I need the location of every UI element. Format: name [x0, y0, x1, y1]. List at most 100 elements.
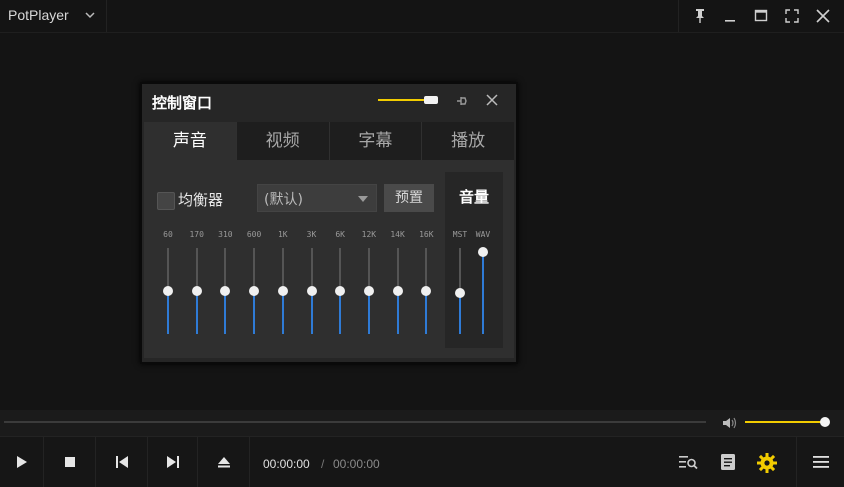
eq-band-slider[interactable]	[163, 248, 173, 334]
eq-band-slider[interactable]	[277, 248, 288, 334]
minimize-icon[interactable]	[720, 6, 740, 26]
volume-channel-fill	[459, 292, 461, 334]
volume-title: 音量	[458, 188, 489, 206]
close-icon[interactable]	[484, 92, 500, 108]
chevron-down-icon[interactable]	[84, 9, 96, 21]
eq-band-slider[interactable]	[306, 248, 317, 334]
fullscreen-icon[interactable]	[782, 6, 802, 26]
volume-channel-slider[interactable]	[478, 247, 488, 334]
eq-band-knob[interactable]	[392, 286, 403, 296]
app-title[interactable]: PotPlayer	[8, 7, 69, 23]
volume-slider-knob[interactable]	[820, 417, 830, 427]
eq-band-label: 60	[163, 230, 173, 239]
eq-band-label: 14K	[390, 230, 405, 239]
divider	[106, 0, 107, 32]
eq-band-knob[interactable]	[421, 286, 432, 296]
audio-tab-content: 均衡器 (默认) 预置 音量 MST WAV 60 170 310 600 1K 3K 6K 1…	[144, 160, 514, 358]
eq-band-fill	[167, 291, 169, 334]
tab-subtitle[interactable]: 字幕	[328, 122, 422, 160]
play-icon	[16, 456, 27, 468]
eq-band-fill	[224, 291, 227, 334]
progress-bar-row	[0, 410, 844, 436]
eq-band-knob[interactable]	[220, 286, 231, 296]
eq-band-fill	[281, 291, 284, 334]
preset-dropdown[interactable]: (默认)	[257, 184, 377, 212]
panel-tabs: 声音 视频 字幕 播放	[144, 122, 514, 160]
eq-band-knob[interactable]	[277, 286, 288, 296]
eq-band-slider[interactable]	[249, 248, 260, 334]
eq-band-label: 16K	[419, 230, 434, 239]
seek-bar[interactable]	[4, 421, 706, 423]
playlist-search-icon[interactable]	[678, 453, 698, 471]
pin-icon[interactable]	[454, 93, 470, 109]
eq-band-label: 600	[246, 230, 262, 239]
eq-band-slider[interactable]	[220, 248, 231, 334]
eq-band-slider[interactable]	[335, 248, 346, 334]
panel-title: 控制窗口	[152, 94, 213, 112]
settings-icon[interactable]	[756, 452, 778, 474]
opacity-slider-knob[interactable]	[424, 96, 438, 104]
tab-video[interactable]: 视频	[235, 122, 329, 160]
eq-band-knob[interactable]	[191, 286, 202, 296]
equalizer-label: 均衡器	[178, 191, 224, 209]
equalizer-checkbox[interactable]	[157, 192, 175, 210]
volume-channel-label: WAV	[475, 230, 491, 239]
time-separator: /	[321, 457, 325, 471]
eq-band-fill	[396, 291, 399, 334]
stop-button[interactable]	[44, 437, 96, 487]
maximize-icon[interactable]	[751, 6, 771, 26]
total-time: 00:00:00	[333, 457, 380, 471]
playback-controls: 00:00:00 / 00:00:00	[0, 436, 844, 487]
eq-band-knob[interactable]	[163, 286, 173, 296]
stop-icon	[64, 457, 75, 467]
current-time: 00:00:00	[263, 457, 310, 471]
eject-icon	[217, 457, 230, 468]
eq-band-slider[interactable]	[421, 248, 432, 334]
play-button[interactable]	[0, 437, 44, 487]
control-panel: 控制窗口 声音 视频 字幕 播放 均衡器 (默认) 预置 音量 MST WAV 6…	[140, 82, 518, 364]
preset-button[interactable]: 预置	[384, 184, 434, 212]
eq-band-label: 170	[189, 230, 204, 239]
divider	[678, 0, 679, 32]
tab-playback[interactable]: 播放	[421, 122, 514, 160]
eq-band-fill	[367, 291, 370, 334]
pin-icon[interactable]	[690, 6, 710, 26]
eq-band-fill	[310, 291, 313, 334]
eq-band-fill	[195, 291, 198, 334]
volume-channel-slider[interactable]	[455, 248, 465, 334]
eq-band-slider[interactable]	[392, 248, 403, 334]
eq-band-fill	[339, 291, 342, 334]
next-button[interactable]	[148, 437, 198, 487]
previous-icon	[115, 456, 128, 468]
menu-icon	[812, 456, 829, 468]
eq-band-fill	[253, 291, 256, 334]
volume-section: 音量 MST WAV	[445, 172, 503, 348]
next-icon	[166, 456, 179, 468]
volume-slider-track[interactable]	[745, 421, 825, 423]
dropdown-arrow-icon	[358, 196, 368, 202]
eq-band-label: 12K	[361, 230, 377, 239]
volume-channel-fill	[482, 252, 484, 334]
volume-channel-knob[interactable]	[455, 287, 465, 298]
preset-value: (默认)	[264, 192, 303, 208]
eq-band-slider[interactable]	[363, 248, 374, 334]
eq-band-knob[interactable]	[249, 286, 260, 296]
tab-audio[interactable]: 声音	[144, 122, 236, 160]
speaker-icon[interactable]	[722, 416, 738, 430]
notes-icon[interactable]	[718, 453, 738, 471]
volume-channel-knob[interactable]	[478, 247, 488, 258]
close-icon[interactable]	[813, 6, 833, 26]
eq-band-knob[interactable]	[306, 286, 317, 296]
eq-band-label: 1K	[277, 230, 288, 239]
eq-band-label: 3K	[306, 230, 317, 239]
title-bar: PotPlayer	[0, 0, 844, 33]
eject-button[interactable]	[198, 437, 250, 487]
eq-band-fill	[425, 291, 428, 334]
eq-band-knob[interactable]	[363, 286, 374, 296]
menu-button[interactable]	[796, 437, 844, 487]
eq-band-label: 310	[218, 230, 233, 239]
eq-band-knob[interactable]	[335, 286, 346, 296]
previous-button[interactable]	[96, 437, 148, 487]
eq-band-slider[interactable]	[191, 248, 202, 334]
eq-band-label: 6K	[335, 230, 345, 239]
